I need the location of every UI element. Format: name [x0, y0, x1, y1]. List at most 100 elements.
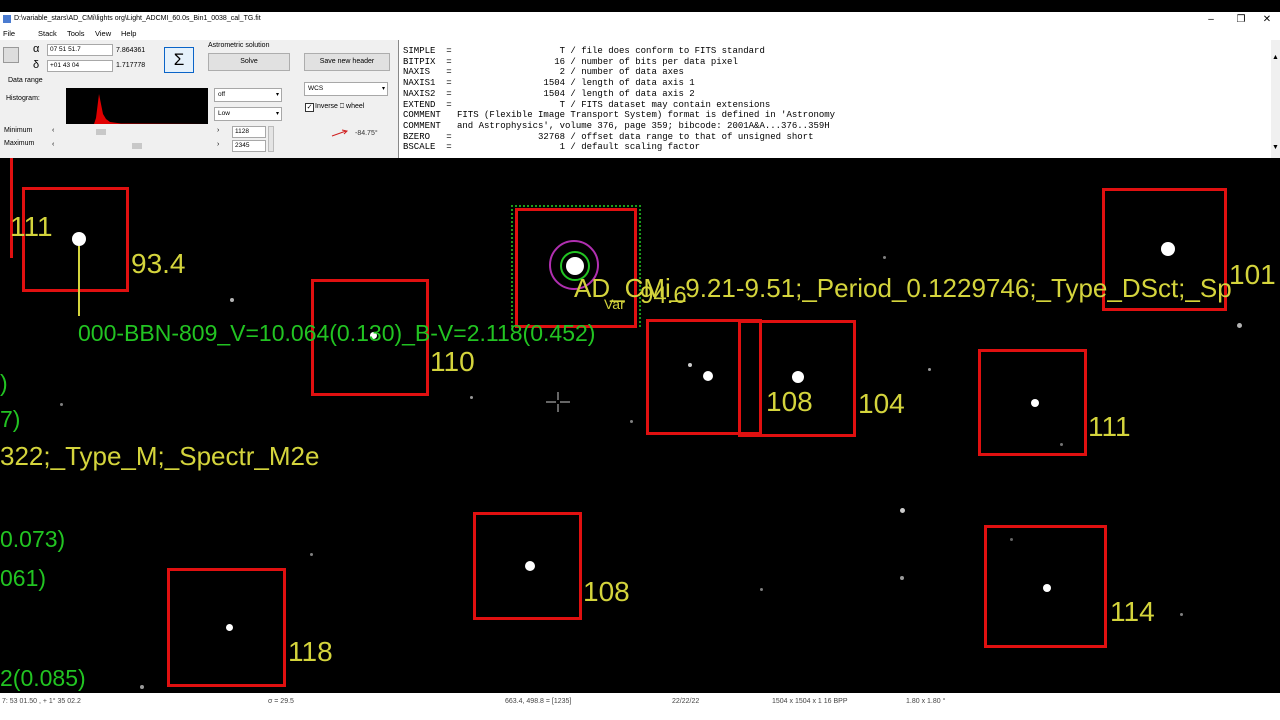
catalog-label: 2(0.085) [0, 665, 86, 691]
rotation-arrow-icon [331, 129, 349, 137]
header-line: COMMENT and Astrophysics', volume 376, p… [403, 120, 830, 131]
ra-input[interactable]: 07 51 51.7 [47, 44, 113, 56]
fits-header-list[interactable]: SIMPLE = T / file does conform to FITS s… [398, 40, 1280, 158]
alpha-symbol: α [33, 43, 40, 55]
magnitude-label: 114 [1110, 596, 1155, 627]
catalog-label: 0.073) [0, 526, 66, 552]
wcs-select-value: WCS [308, 85, 324, 92]
minimum-slider[interactable]: ‹ › [52, 127, 224, 136]
delta-symbol: δ [33, 59, 40, 71]
status-fov: 1.80 x 1.80 ° [906, 698, 946, 705]
star [900, 576, 904, 580]
star [230, 298, 234, 302]
magnitude-label: 108 [766, 386, 813, 417]
status-bar: 7: 53 01.50 , + 1° 35 02.2 σ = 29.5 663.… [0, 693, 1280, 720]
menu-help[interactable]: Help [121, 29, 136, 38]
ra-decimal: 7.864361 [116, 47, 146, 54]
dec-decimal: 1.717778 [116, 62, 146, 69]
maximum-slider[interactable]: ‹ › [52, 141, 224, 150]
minimum-slider-thumb[interactable] [96, 129, 106, 135]
chevron-right-icon[interactable]: › [217, 141, 219, 148]
stepper[interactable] [268, 126, 274, 152]
close-button[interactable]: ✕ [1252, 13, 1280, 26]
star [1237, 323, 1242, 328]
minimum-input[interactable]: 1128 [232, 126, 266, 138]
angle-value: -84.75° [355, 130, 378, 137]
save-header-button[interactable]: Save new header [304, 53, 390, 71]
chevron-right-icon[interactable]: › [217, 127, 219, 134]
reset-icon[interactable] [3, 47, 19, 63]
header-line: COMMENT FITS (Flexible Image Transport S… [403, 110, 836, 121]
title-bar: D:\variable_stars\AD_CMi\lights org\Ligh… [0, 12, 1280, 28]
magnitude-label: 111 [10, 211, 53, 242]
header-line: BSCALE = 1 / default scaling factor [403, 142, 701, 153]
menu-file[interactable]: File [3, 29, 15, 38]
sum-button[interactable]: Σ [164, 47, 194, 73]
magnitude-label: 93.4 [131, 248, 186, 279]
star [1043, 584, 1051, 592]
control-panel: α 07 51 51.7 7.864361 δ +01 43 04 1.7177… [0, 40, 398, 158]
header-line: EXTEND = T / FITS dataset may contain ex… [403, 99, 771, 110]
data-range-label: Data range [8, 77, 43, 84]
wcs-select[interactable]: WCS ▾ [304, 82, 388, 96]
solve-button[interactable]: Solve [208, 53, 290, 71]
star-annotation: 322;_Type_M;_Spectr_M2e [0, 441, 320, 471]
star [60, 403, 63, 406]
star [883, 256, 886, 259]
star [1161, 242, 1175, 256]
scroll-down-icon[interactable]: ▼ [1272, 144, 1279, 151]
menu-tools[interactable]: Tools [67, 29, 85, 38]
star [630, 420, 633, 423]
magnitude-label: 111 [1088, 411, 1131, 442]
chevron-left-icon[interactable]: ‹ [52, 141, 54, 148]
header-line: NAXIS2 = 1504 / length of data axis 2 [403, 88, 695, 99]
range-select[interactable]: off ▾ [214, 88, 282, 102]
magnitude-label: 110 [430, 346, 475, 377]
inverse-checkbox[interactable]: ✓ [305, 103, 314, 112]
variable-star-label: AD_CMi_9.21-9.51;_Period_0.1229746;_Type… [574, 273, 1232, 303]
chevron-down-icon: ▾ [275, 111, 279, 117]
status-date: 22/22/22 [672, 698, 700, 705]
star [72, 232, 86, 246]
magnitude-label: 101 [1229, 259, 1276, 290]
dec-input[interactable]: +01 43 04 [47, 60, 113, 72]
star [900, 508, 905, 513]
star [760, 588, 763, 591]
header-line: BITPIX = 16 / number of bits per data pi… [403, 56, 738, 67]
header-line: NAXIS = 2 / number of data axes [403, 67, 684, 78]
comparison-box-edge [0, 158, 13, 258]
header-line: NAXIS1 = 1504 / length of data axis 1 [403, 78, 695, 89]
inverse-label: Inverse ⎕ wheel [315, 103, 365, 110]
chevron-down-icon: ▾ [275, 92, 279, 98]
menu-view[interactable]: View [95, 29, 111, 38]
catalog-label: 061) [0, 565, 47, 591]
star [1031, 399, 1039, 407]
star [792, 371, 804, 383]
status-coordinates: 7: 53 01.50 , + 1° 35 02.2 [2, 698, 81, 705]
window-title: D:\variable_stars\AD_CMi\lights org\Ligh… [14, 15, 261, 22]
maximum-slider-thumb[interactable] [132, 143, 142, 149]
leader-line [78, 246, 80, 316]
image-viewer[interactable]: 111 93.4 110 108 104 111 108 114 118 101… [0, 158, 1280, 693]
level-select[interactable]: Low ▾ [214, 107, 282, 121]
header-scrollbar[interactable]: ▲ ▼ [1271, 40, 1280, 158]
astrometric-label: Astrometric solution [208, 42, 270, 49]
magnitude-label: 118 [288, 636, 333, 667]
scroll-up-icon[interactable]: ▲ [1272, 54, 1279, 61]
status-sigma: σ = 29.5 [268, 698, 294, 705]
minimize-button[interactable]: – [1196, 13, 1226, 26]
star [470, 396, 473, 399]
star [928, 368, 931, 371]
maximum-label: Maximum [4, 140, 35, 147]
chevron-left-icon[interactable]: ‹ [52, 127, 54, 134]
menu-stack[interactable]: Stack [38, 29, 57, 38]
star [226, 624, 233, 631]
maximum-input[interactable]: 2345 [232, 140, 266, 152]
magnitude-label: 108 [583, 576, 630, 607]
catalog-label: ) [0, 370, 8, 396]
minimum-label: Minimum [4, 127, 33, 134]
star [140, 685, 144, 689]
star [1180, 613, 1183, 616]
header-line: SIMPLE = T / file does conform to FITS s… [403, 46, 765, 56]
star [525, 561, 535, 571]
